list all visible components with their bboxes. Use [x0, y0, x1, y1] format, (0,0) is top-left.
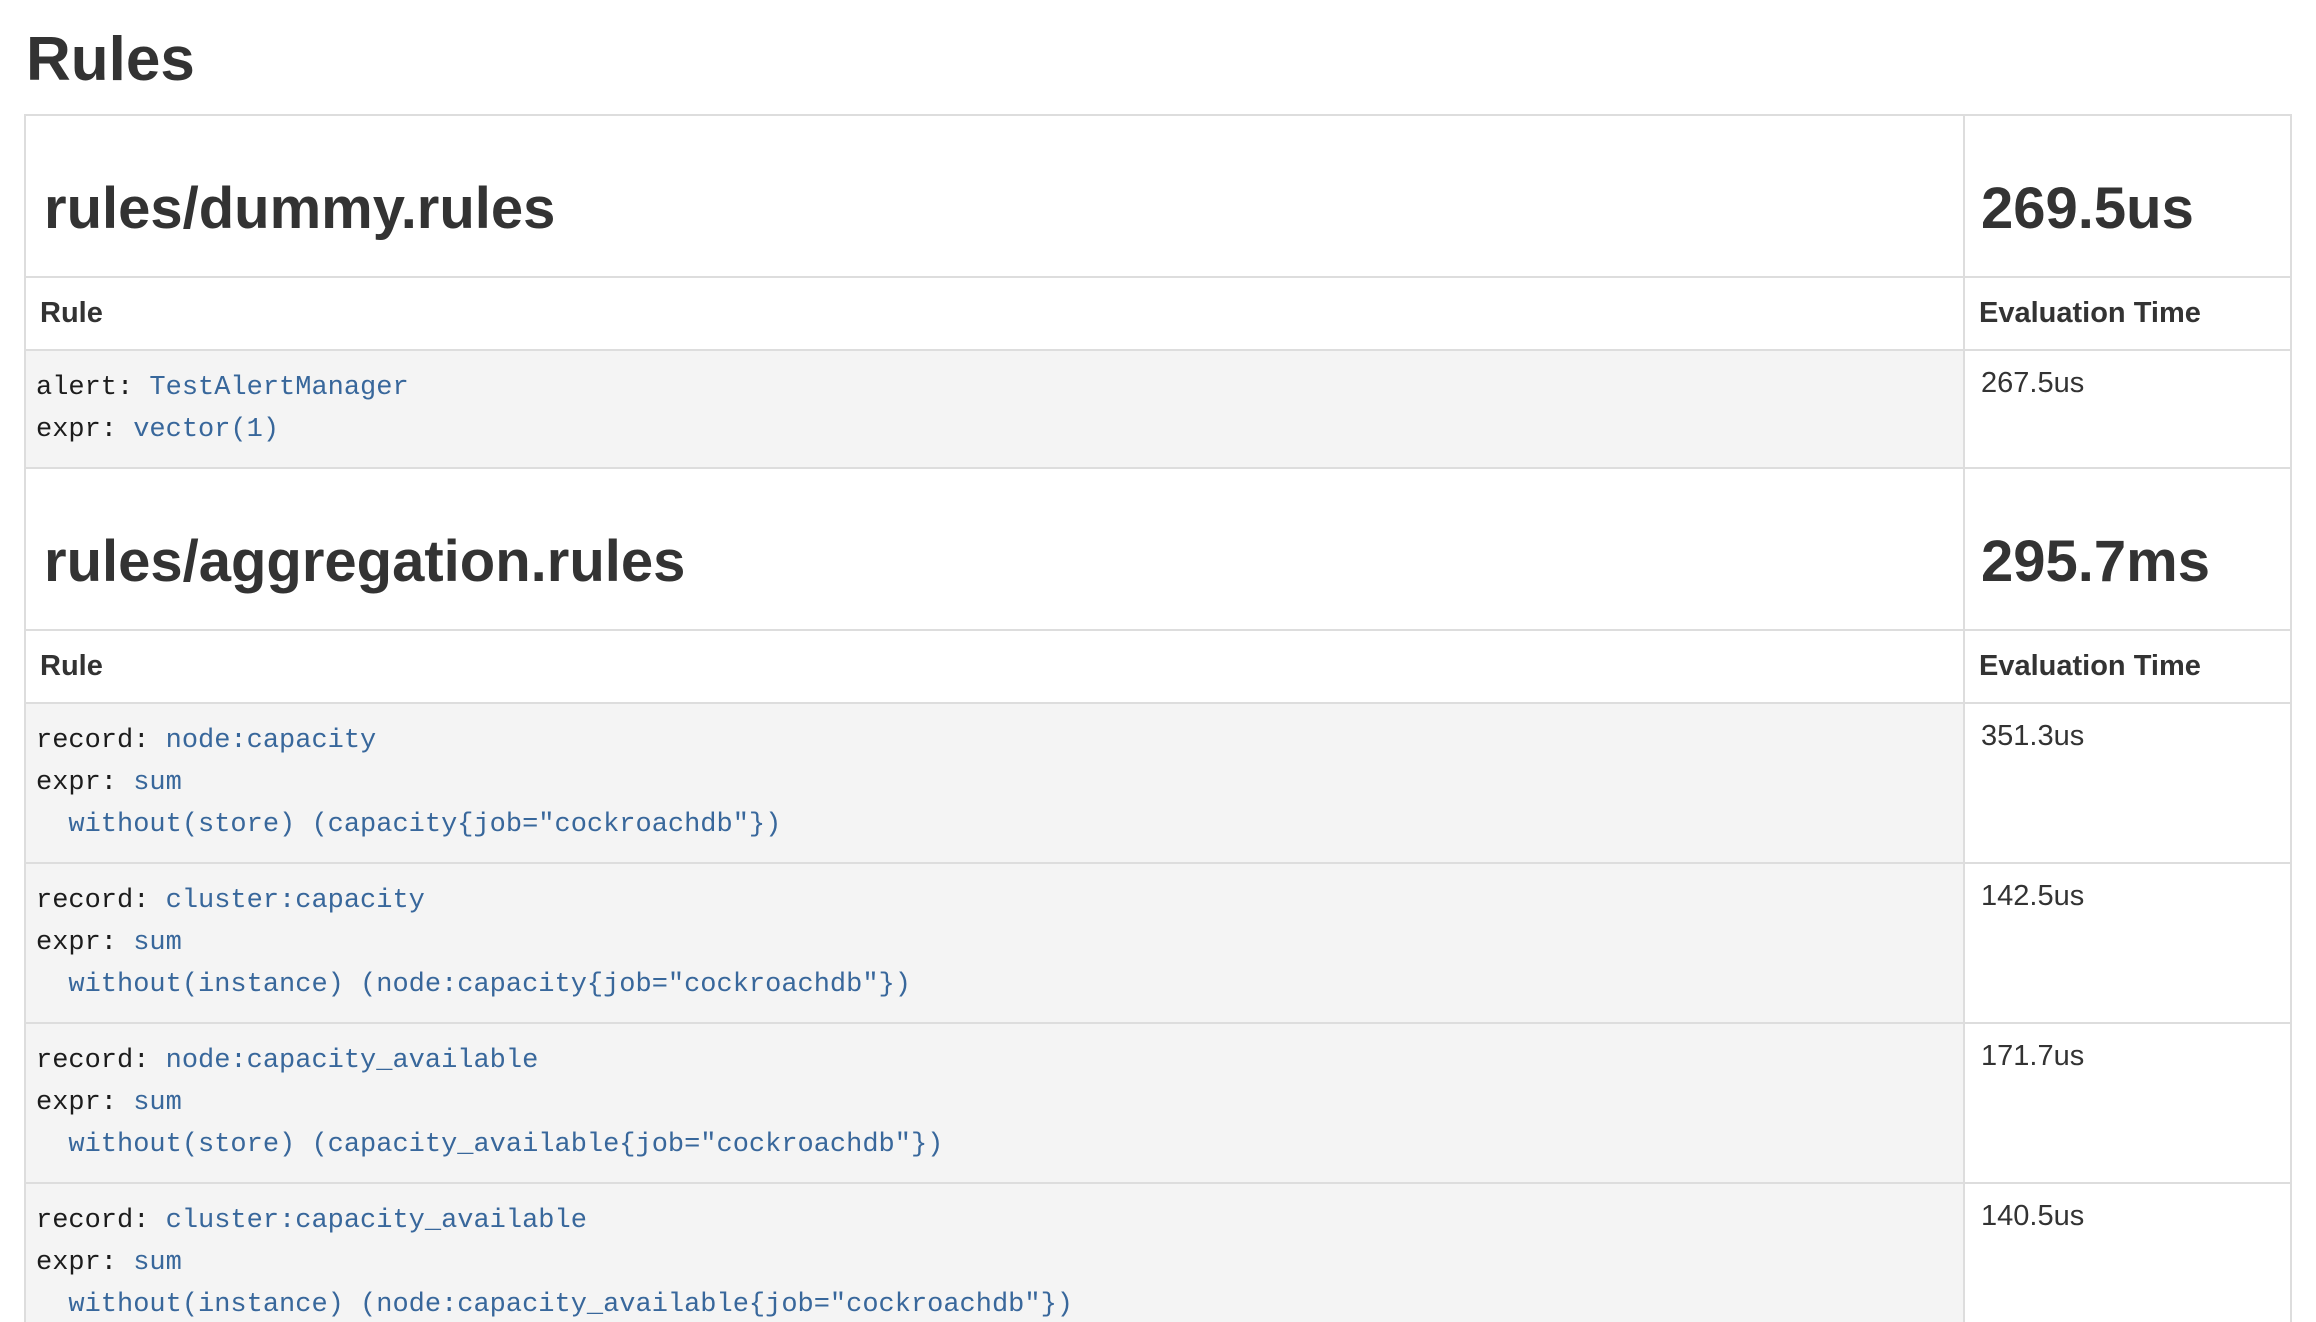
rule-line: record: node:capacity	[36, 720, 1947, 762]
rule-definition: record: node:capacity_availableexpr: sum…	[36, 1040, 1947, 1166]
rule-line: record: cluster:capacity_available	[36, 1200, 1947, 1242]
rule-definition: record: cluster:capacityexpr: sum withou…	[36, 880, 1947, 1006]
rule-definition: record: node:capacityexpr: sum without(s…	[36, 720, 1947, 846]
rule-evaluation-time: 142.5us	[1964, 863, 2291, 1023]
rule-link[interactable]: without(store) (capacity{job="cockroachd…	[68, 810, 781, 840]
rule-row: record: cluster:capacityexpr: sum withou…	[25, 863, 2291, 1023]
rule-link[interactable]: node:capacity_available	[166, 1046, 539, 1076]
rule-keyword: alert:	[36, 373, 149, 403]
rule-row: record: node:capacityexpr: sum without(s…	[25, 703, 2291, 863]
rule-link[interactable]: vector(1)	[133, 415, 279, 445]
rule-group-evaluation-time: 269.5us	[1981, 177, 2290, 241]
rule-group-file: rules/dummy.rules	[44, 177, 1963, 241]
rule-line: alert: TestAlertManager	[36, 367, 1947, 409]
rule-column-header: Rule	[25, 630, 1964, 703]
rule-link[interactable]: without(instance) (node:capacity_availab…	[68, 1290, 1073, 1320]
rule-line: expr: sum	[36, 762, 1947, 804]
rule-definition-cell: record: node:capacity_availableexpr: sum…	[25, 1023, 1964, 1183]
rule-keyword: record:	[36, 726, 166, 756]
rule-keyword: record:	[36, 1046, 166, 1076]
evaluation-time-column-header: Evaluation Time	[1964, 277, 2291, 350]
rule-evaluation-time: 351.3us	[1964, 703, 2291, 863]
rule-definition-cell: alert: TestAlertManagerexpr: vector(1)	[25, 350, 1964, 468]
rule-line: record: node:capacity_available	[36, 1040, 1947, 1082]
rule-definition-cell: record: cluster:capacityexpr: sum withou…	[25, 863, 1964, 1023]
rule-group-header-row: rules/aggregation.rules 295.7ms	[25, 468, 2291, 630]
rule-line: expr: sum	[36, 1242, 1947, 1284]
rule-definition-cell: record: node:capacityexpr: sum without(s…	[25, 703, 1964, 863]
rule-keyword	[36, 810, 68, 840]
rule-evaluation-time: 140.5us	[1964, 1183, 2291, 1322]
rules-table: rules/dummy.rules 269.5us Rule Evaluatio…	[24, 114, 2292, 1322]
rule-line: without(instance) (node:capacity_availab…	[36, 1284, 1947, 1322]
rule-row: record: node:capacity_availableexpr: sum…	[25, 1023, 2291, 1183]
rule-column-header: Rule	[25, 277, 1964, 350]
rule-group-evaluation-time: 295.7ms	[1981, 530, 2290, 594]
rule-keyword	[36, 970, 68, 1000]
rule-definition-cell: record: cluster:capacity_availableexpr: …	[25, 1183, 1964, 1322]
rule-keyword: expr:	[36, 1248, 133, 1278]
rule-line: without(instance) (node:capacity{job="co…	[36, 964, 1947, 1006]
rule-definition: alert: TestAlertManagerexpr: vector(1)	[36, 367, 1947, 451]
rule-line: expr: sum	[36, 922, 1947, 964]
rule-line: record: cluster:capacity	[36, 880, 1947, 922]
rule-keyword: expr:	[36, 928, 133, 958]
rule-group-evaluation-time-cell: 269.5us	[1964, 115, 2291, 277]
rule-keyword	[36, 1130, 68, 1160]
rule-keyword	[36, 1290, 68, 1320]
rule-link[interactable]: without(store) (capacity_available{job="…	[68, 1130, 943, 1160]
rule-line: without(store) (capacity{job="cockroachd…	[36, 804, 1947, 846]
rule-link[interactable]: sum	[133, 928, 182, 958]
rule-link[interactable]: without(instance) (node:capacity{job="co…	[68, 970, 911, 1000]
rule-definition: record: cluster:capacity_availableexpr: …	[36, 1200, 1947, 1322]
rule-group-name-cell: rules/aggregation.rules	[25, 468, 1964, 630]
rule-keyword: expr:	[36, 1088, 133, 1118]
rule-keyword: record:	[36, 886, 166, 916]
rule-link[interactable]: sum	[133, 1088, 182, 1118]
rule-line: without(store) (capacity_available{job="…	[36, 1124, 1947, 1166]
rule-group-evaluation-time-cell: 295.7ms	[1964, 468, 2291, 630]
rule-evaluation-time: 267.5us	[1964, 350, 2291, 468]
rule-link[interactable]: node:capacity	[166, 726, 377, 756]
rule-line: expr: sum	[36, 1082, 1947, 1124]
rule-keyword: record:	[36, 1206, 166, 1236]
evaluation-time-column-header: Evaluation Time	[1964, 630, 2291, 703]
rule-link[interactable]: TestAlertManager	[149, 373, 408, 403]
rule-link[interactable]: cluster:capacity_available	[166, 1206, 587, 1236]
column-header-row: Rule Evaluation Time	[25, 277, 2291, 350]
rule-group-file: rules/aggregation.rules	[44, 530, 1963, 594]
rule-line: expr: vector(1)	[36, 409, 1947, 451]
rule-link[interactable]: sum	[133, 768, 182, 798]
rule-group-name-cell: rules/dummy.rules	[25, 115, 1964, 277]
rule-row: alert: TestAlertManagerexpr: vector(1) 2…	[25, 350, 2291, 468]
rule-link[interactable]: cluster:capacity	[166, 886, 425, 916]
page-title: Rules	[26, 26, 2292, 94]
rule-evaluation-time: 171.7us	[1964, 1023, 2291, 1183]
rule-keyword: expr:	[36, 768, 133, 798]
rule-link[interactable]: sum	[133, 1248, 182, 1278]
rules-page: Rules rules/dummy.rules 269.5us Rule Eva…	[0, 0, 2316, 1322]
column-header-row: Rule Evaluation Time	[25, 630, 2291, 703]
rule-keyword: expr:	[36, 415, 133, 445]
rule-group-header-row: rules/dummy.rules 269.5us	[25, 115, 2291, 277]
rule-row: record: cluster:capacity_availableexpr: …	[25, 1183, 2291, 1322]
